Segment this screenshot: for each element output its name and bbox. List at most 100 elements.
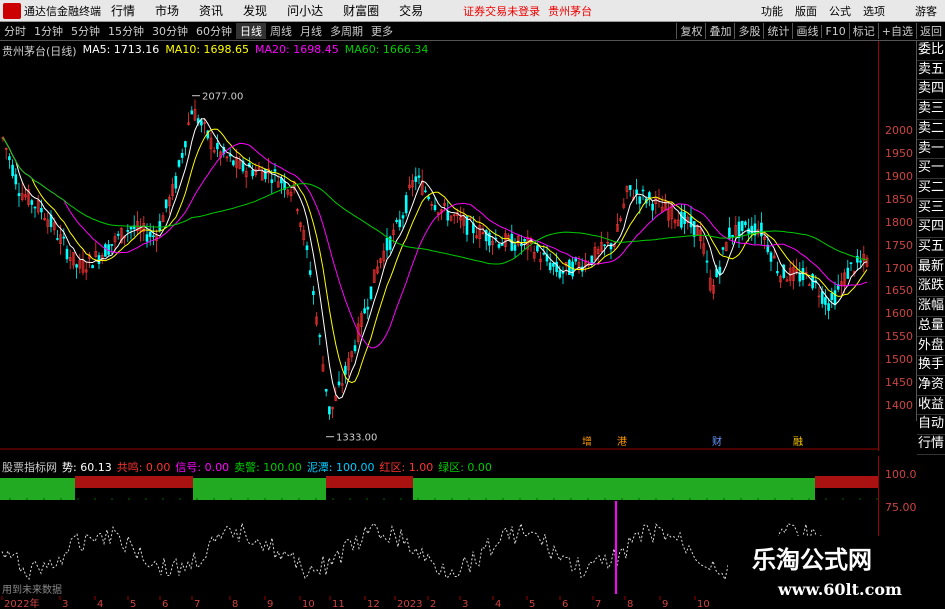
toolbar-add-watchlist-button[interactable]: +自选 <box>877 23 916 39</box>
date-axis-label: 8 <box>627 599 633 609</box>
event-marker: 财 <box>712 435 722 448</box>
menu-item-layout[interactable]: 版面 <box>795 3 817 19</box>
menu-item-formula[interactable]: 公式 <box>829 3 851 19</box>
quote-panel-item[interactable]: 买四 <box>917 218 945 239</box>
toolbar-f10-button[interactable]: F10 <box>821 24 848 38</box>
period-tab[interactable]: 5分钟 <box>67 23 104 39</box>
price-axis-label: 1700 <box>885 261 913 275</box>
toolbar-overlay-button[interactable]: 叠加 <box>705 23 734 39</box>
price-axis-label: 1650 <box>885 284 913 298</box>
candle-body <box>318 334 322 338</box>
toolbar-mark-button[interactable]: 标记 <box>848 23 878 39</box>
date-axis-label: 4 <box>495 599 501 609</box>
candle-body <box>110 244 114 246</box>
quote-panel-item[interactable]: 净资 <box>917 376 945 396</box>
quote-panel-item[interactable]: 卖一 <box>917 140 945 160</box>
menu-item-ask[interactable]: 问小达 <box>287 2 323 19</box>
candlestick-chart[interactable]: 2077.00 1333.00 增 港 财 融 <box>0 41 878 451</box>
date-axis-label: 10 <box>302 599 315 609</box>
main-chart-info: 贵州茅台(日线) MA5: 1713.16 MA10: 1698.65 MA20… <box>2 43 428 59</box>
indicator-v5: 红区: 1.00 <box>379 461 434 474</box>
quote-panel-item[interactable]: 行情 <box>917 435 945 455</box>
toolbar-stats-button[interactable]: 统计 <box>763 23 792 39</box>
green-zone-bar <box>0 478 75 500</box>
menu-item-trade[interactable]: 交易 <box>399 2 423 19</box>
period-tab[interactable]: 月线 <box>296 23 326 39</box>
red-zone-bar <box>75 476 193 488</box>
date-axis-label: 3 <box>462 599 468 609</box>
candle-body <box>628 185 632 190</box>
candle-body <box>692 221 696 237</box>
candle-body <box>366 306 370 310</box>
guest-button[interactable]: 游客 <box>915 3 937 19</box>
menu-item-options[interactable]: 选项 <box>863 3 885 19</box>
quote-panel-item[interactable]: 买一 <box>917 159 945 179</box>
quote-panel-item[interactable]: 涨跌 <box>917 277 945 298</box>
period-tab-daily[interactable]: 日线 <box>236 23 266 39</box>
quote-panel-item[interactable]: 自动 <box>917 415 945 436</box>
quote-side-panel: 委比 卖五 卖四 卖三 卖二 卖一 买一 买二 买三 买四 买五 最新 涨跌 涨幅 总量 外盘 换手 净资 收益 自动… <box>916 41 945 455</box>
quote-panel-item[interactable]: 卖四 <box>917 80 945 101</box>
period-tab[interactable]: 30分钟 <box>148 23 192 39</box>
candle-body <box>798 273 802 282</box>
candle-body <box>328 406 331 415</box>
period-tab[interactable]: 周线 <box>266 23 296 39</box>
quote-panel-item[interactable]: 最新 <box>917 258 945 278</box>
menu-item-news[interactable]: 资讯 <box>199 2 223 19</box>
quote-panel-item[interactable]: 收益 <box>917 396 945 416</box>
candle-body <box>33 206 37 209</box>
candle-body <box>417 175 421 178</box>
app-title: 通达信金融终端 <box>24 4 101 18</box>
quote-panel-item[interactable]: 外盘 <box>917 337 945 357</box>
green-zone-bar <box>193 478 326 500</box>
candle-body <box>251 169 254 177</box>
login-warning[interactable]: 证券交易未登录 <box>463 3 540 19</box>
candle-body <box>744 221 747 226</box>
indicator-trend: 势: 60.13 <box>62 461 112 474</box>
date-axis-label: 9 <box>267 599 273 609</box>
date-axis-label: 3 <box>62 599 68 609</box>
candle-body <box>190 110 194 115</box>
period-tab[interactable]: 1分钟 <box>30 23 67 39</box>
candle-body <box>177 160 181 167</box>
candle-body <box>324 388 328 392</box>
period-tab[interactable]: 多周期 <box>326 23 367 39</box>
quote-panel-item[interactable]: 涨幅 <box>917 297 945 317</box>
quote-panel-item[interactable]: 卖五 <box>917 61 945 81</box>
quote-panel-item[interactable]: 买二 <box>917 179 945 199</box>
date-axis-label: 12 <box>367 599 380 609</box>
quote-panel-item[interactable]: 卖三 <box>917 100 945 120</box>
menu-item-discover[interactable]: 发现 <box>243 2 267 19</box>
indicator-v1: 共鸣: 0.00 <box>116 461 171 474</box>
quote-panel-item[interactable]: 卖二 <box>917 120 945 140</box>
ma20-line <box>2 137 868 349</box>
candle-body <box>523 239 526 242</box>
quote-panel-item[interactable]: 委比 <box>917 41 945 61</box>
candle-body <box>30 200 34 205</box>
candle-body <box>180 152 184 158</box>
period-tab[interactable]: 分时 <box>0 23 30 39</box>
menu-item-wealth[interactable]: 财富圈 <box>343 2 379 19</box>
period-tab-more[interactable]: 更多 <box>367 23 397 39</box>
period-tab[interactable]: 15分钟 <box>104 23 148 39</box>
menu-item-market[interactable]: 市场 <box>155 2 179 19</box>
menu-item-function[interactable]: 功能 <box>761 3 783 19</box>
date-axis-label: 8 <box>232 599 238 609</box>
date-axis-label: 9 <box>662 599 668 609</box>
price-axis-label: 1750 <box>885 238 913 252</box>
quote-panel-item[interactable]: 换手 <box>917 356 945 376</box>
toolbar-adjust-button[interactable]: 复权 <box>676 23 705 39</box>
menu-item-quotes[interactable]: 行情 <box>111 2 135 19</box>
period-tab[interactable]: 60分钟 <box>192 23 236 39</box>
toolbar-draw-button[interactable]: 画线 <box>792 23 821 39</box>
quote-panel-item[interactable]: 买五 <box>917 238 945 258</box>
quote-panel-item[interactable]: 买三 <box>917 199 945 219</box>
candle-body <box>424 190 427 193</box>
candle-body <box>721 247 725 250</box>
indicator-y-label: 75.00 <box>885 501 917 514</box>
quote-panel-item[interactable]: 总量 <box>917 317 945 337</box>
candle-body <box>158 221 162 231</box>
toolbar-back-button[interactable]: 返回 <box>916 23 945 39</box>
date-axis-label: 6 <box>162 599 168 609</box>
toolbar-multi-button[interactable]: 多股 <box>734 23 763 39</box>
